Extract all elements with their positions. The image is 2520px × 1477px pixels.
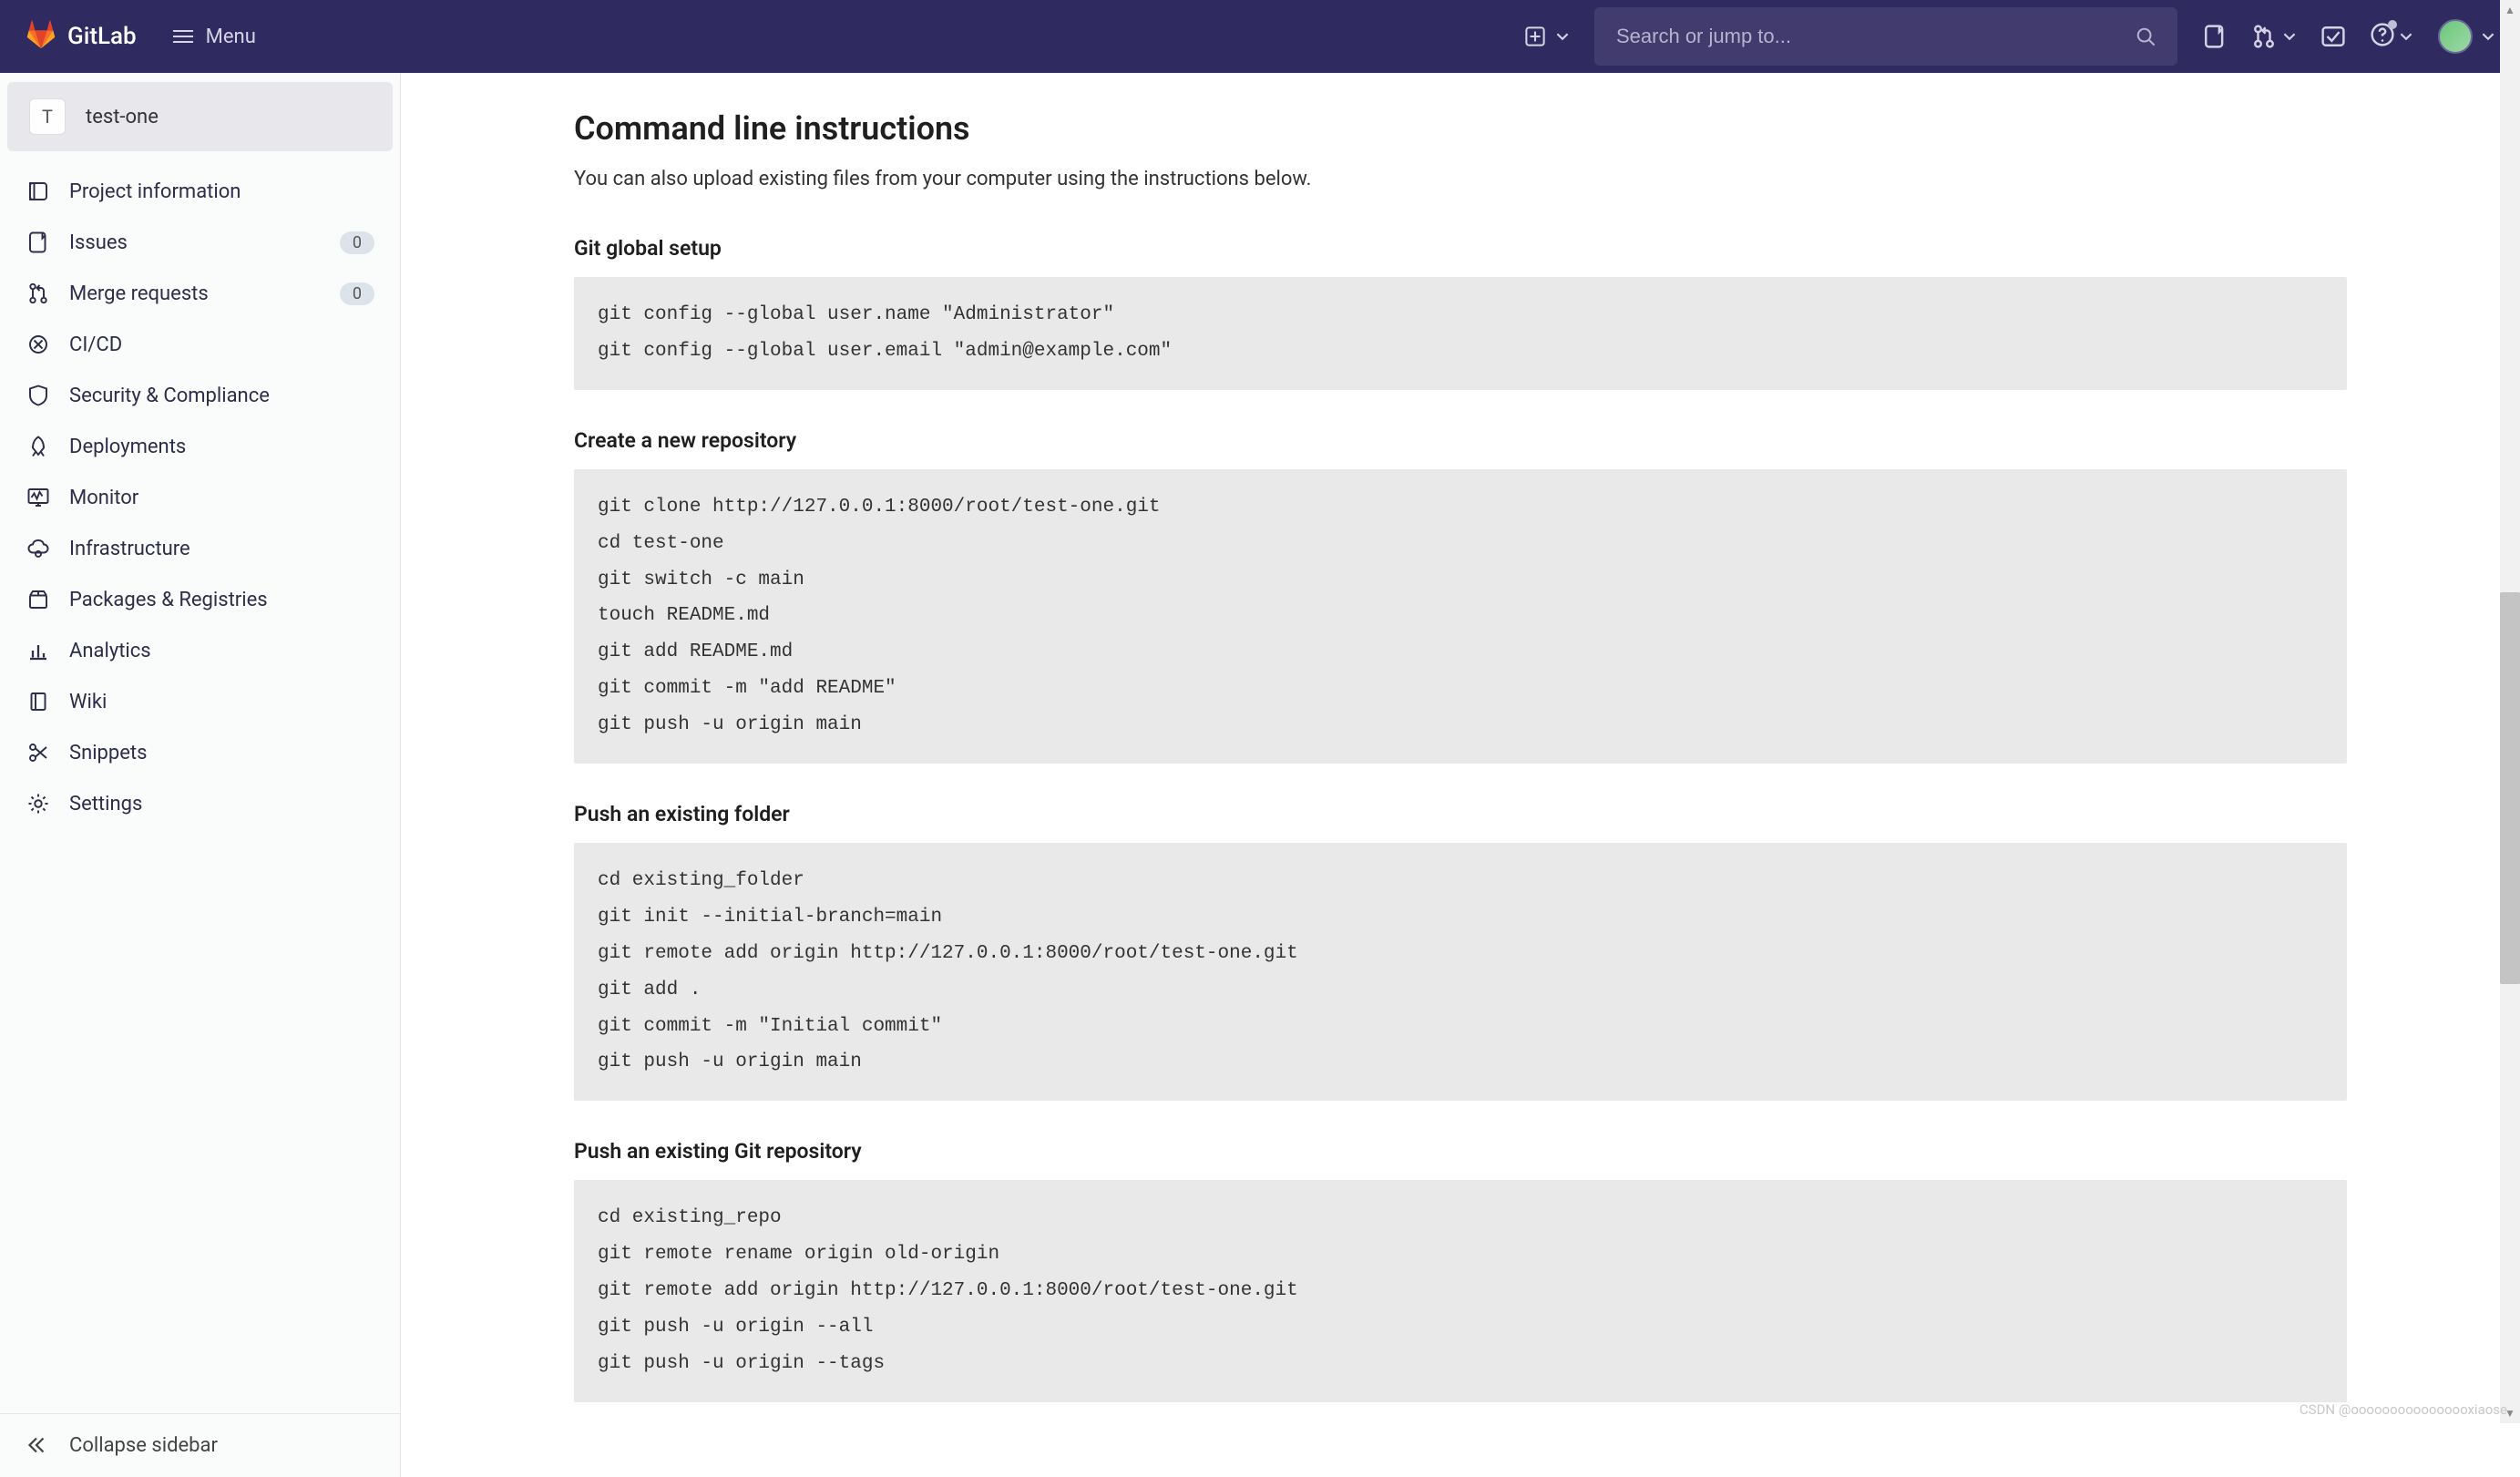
brand-text: GitLab [67,23,137,50]
scroll-up-icon[interactable]: ▲ [2500,0,2520,20]
brand[interactable]: GitLab [26,19,137,54]
sidebar-item-label: Monitor [69,487,374,509]
issues-icon [26,230,51,255]
search-icon[interactable] [2136,26,2156,46]
sidebar-item-wiki[interactable]: Wiki [7,676,393,727]
new-dropdown[interactable] [1525,26,1569,46]
search-input[interactable] [1616,25,2136,48]
scrollbar[interactable]: ▲ ▼ [2500,0,2520,1423]
avatar [2438,19,2473,54]
sidebar-item-security[interactable]: Security & Compliance [7,370,393,421]
sidebar-item-label: Settings [69,793,374,815]
page-title: Command line instructions [574,109,2347,148]
sidebar-item-label: Project information [69,180,374,203]
help-dropdown[interactable] [2371,23,2412,50]
sidebar-item-label: Issues [69,231,322,254]
sidebar: T test-one Project information Issues 0 … [0,73,401,1477]
sidebar-item-project-information[interactable]: Project information [7,166,393,217]
collapse-label: Collapse sidebar [69,1434,218,1457]
menu-button[interactable]: Menu [173,26,256,48]
merge-request-icon [26,281,51,306]
sidebar-item-cicd[interactable]: CI/CD [7,319,393,370]
sidebar-item-label: CI/CD [69,333,374,356]
code-block-existing-folder[interactable]: cd existing_folder git init --initial-br… [574,843,2347,1101]
collapse-sidebar-button[interactable]: Collapse sidebar [0,1414,400,1477]
plus-square-icon [1525,26,1545,46]
package-icon [26,587,51,612]
sidebar-item-label: Packages & Registries [69,589,374,611]
sidebar-item-issues[interactable]: Issues 0 [7,217,393,268]
menu-label: Menu [206,26,256,48]
gitlab-logo-icon [26,19,56,54]
project-header[interactable]: T test-one [7,82,393,151]
sidebar-item-label: Snippets [69,742,374,764]
scroll-thumb[interactable] [2500,592,2520,984]
hamburger-icon [173,30,193,43]
sidebar-item-label: Security & Compliance [69,385,374,407]
project-avatar: T [29,98,66,135]
sidebar-item-label: Merge requests [69,282,322,305]
collapse-icon [26,1434,47,1456]
sidebar-item-label: Wiki [69,691,374,713]
gear-icon [26,791,51,816]
project-name: test-one [86,106,159,128]
merge-requests-shortcut[interactable] [2252,25,2296,48]
sidebar-item-infrastructure[interactable]: Infrastructure [7,523,393,574]
cloud-icon [26,536,51,561]
rocket-icon [26,434,51,459]
sidebar-item-merge-requests[interactable]: Merge requests 0 [7,268,393,319]
todos-shortcut[interactable] [2321,25,2345,48]
sidebar-item-settings[interactable]: Settings [7,778,393,829]
chevron-down-icon [1556,30,1569,43]
section-heading-existing-folder: Push an existing folder [574,802,2347,826]
analytics-icon [26,638,51,663]
watermark: CSDN @oooooooooooooooxiaose [2300,1401,2507,1418]
mr-badge: 0 [340,282,374,305]
sidebar-item-packages[interactable]: Packages & Registries [7,574,393,625]
sidebar-item-label: Deployments [69,436,374,458]
sidebar-item-label: Infrastructure [69,538,374,560]
sidebar-item-analytics[interactable]: Analytics [7,625,393,676]
sidebar-item-label: Analytics [69,640,374,662]
issues-shortcut[interactable] [2203,25,2227,48]
monitor-icon [26,485,51,510]
book-icon [26,689,51,714]
code-block-new-repo[interactable]: git clone http://127.0.0.1:8000/root/tes… [574,469,2347,764]
section-heading-new-repo: Create a new repository [574,428,2347,453]
section-heading-global-setup: Git global setup [574,236,2347,261]
chevron-down-icon [2283,30,2296,43]
code-block-existing-repo[interactable]: cd existing_repo git remote rename origi… [574,1180,2347,1401]
section-heading-existing-repo: Push an existing Git repository [574,1139,2347,1164]
chevron-down-icon [2400,30,2412,43]
shield-icon [26,383,51,408]
top-nav: GitLab Menu [0,0,2520,73]
notification-dot-icon [2388,20,2397,29]
project-info-icon [26,179,51,204]
sidebar-item-monitor[interactable]: Monitor [7,472,393,523]
search-box[interactable] [1594,7,2177,66]
main-content: Command line instructions You can also u… [401,73,2520,1477]
page-subtitle: You can also upload existing files from … [574,168,2347,190]
user-menu[interactable] [2438,19,2494,54]
header-right [1525,7,2494,66]
chevron-down-icon [2482,30,2494,43]
sidebar-item-snippets[interactable]: Snippets [7,727,393,778]
issues-badge: 0 [340,231,374,254]
cicd-icon [26,332,51,357]
code-block-global-setup[interactable]: git config --global user.name "Administr… [574,277,2347,390]
sidebar-item-deployments[interactable]: Deployments [7,421,393,472]
scissors-icon [26,740,51,765]
